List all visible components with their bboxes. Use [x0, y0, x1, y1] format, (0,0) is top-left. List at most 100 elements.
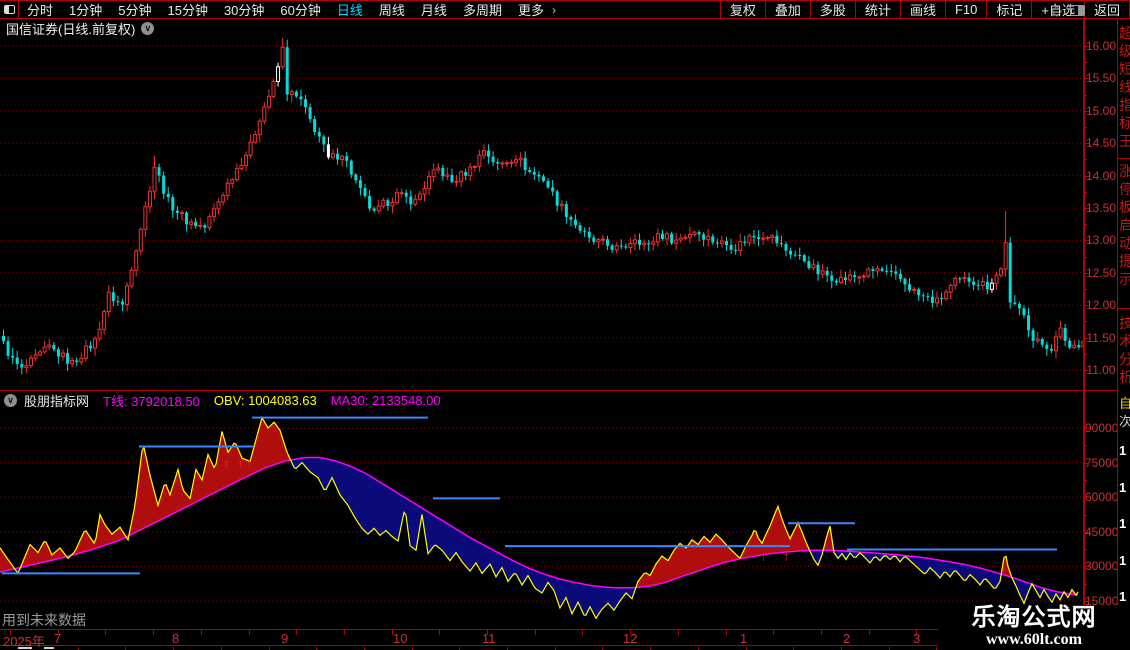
strip-number-clipped: 1: [1119, 552, 1127, 568]
vertical-ad-text-clipped: 板: [1119, 198, 1130, 216]
axis-tick: [1084, 127, 1087, 128]
axis-tick: [1084, 353, 1087, 355]
axis-tick: [1084, 208, 1089, 209]
tab-multi[interactable]: 多周期: [455, 0, 510, 19]
date-label: 11: [482, 631, 496, 646]
date-label: 12: [623, 631, 638, 646]
buy-arrow-icon: ↑: [246, 456, 253, 471]
strip-divider: [1118, 308, 1130, 309]
more-chevron-icon[interactable]: ›: [552, 3, 562, 17]
vertical-ad-text-clipped: 动: [1119, 234, 1130, 252]
buy-arrow-icon: ↑: [760, 548, 767, 563]
date-label: 1: [740, 631, 748, 646]
date-tick: [296, 630, 298, 635]
vertical-ad-text-clipped: 标: [1119, 114, 1130, 132]
tab-more[interactable]: 更多: [510, 0, 552, 19]
button-f10[interactable]: F10: [944, 1, 986, 18]
date-tick: [820, 630, 822, 635]
window-layout-icon[interactable]: [0, 1, 19, 18]
strip-badge: 次: [1119, 414, 1130, 430]
button-biaoji[interactable]: 标记: [986, 1, 1031, 18]
button-duogu[interactable]: 多股: [809, 1, 855, 18]
price-axis-label: 13.50: [1085, 201, 1117, 215]
buy-arrow-icon: ↑: [237, 456, 244, 471]
strip-divider: [1118, 158, 1130, 159]
tab-monthly[interactable]: 月线: [413, 0, 455, 19]
tab-1min[interactable]: 1分钟: [61, 0, 110, 19]
strip-number-clipped: 1: [1119, 479, 1127, 495]
axis-tick: [1084, 497, 1089, 499]
axis-tick: [1084, 428, 1089, 429]
axis-tick: [1084, 272, 1089, 274]
vertical-ad-text-clipped: 超: [1119, 24, 1130, 42]
axis-tick: [1084, 601, 1089, 602]
future-data-warning: 用到未来数据: [2, 612, 86, 628]
vertical-ad-text-clipped: 停: [1119, 180, 1130, 198]
button-huaxian[interactable]: 画线: [899, 1, 945, 18]
tab-fenshi[interactable]: 分时: [19, 0, 61, 19]
axis-tick: [1084, 305, 1089, 307]
tab-5min[interactable]: 5分钟: [110, 0, 159, 19]
vertical-ad-text-clipped: 析: [1119, 368, 1130, 386]
date-tick: [439, 630, 441, 635]
period-toolbar: 分时 1分钟 5分钟 15分钟 30分钟 60分钟 日线 周线 月线 多周期 更多 › 复权 叠加 多股统…: [0, 0, 1130, 19]
date-label: 2: [843, 631, 851, 646]
axis-tick: [1084, 175, 1089, 177]
diamond-icon[interactable]: ◇: [1051, 2, 1062, 19]
tab-60min[interactable]: 60分钟: [272, 0, 328, 19]
title-bar: 国信证券(日线.前复权) ∨: [0, 19, 1083, 38]
candlestick-chart[interactable]: [0, 38, 1083, 392]
price-axis-label: 12.50: [1085, 265, 1117, 280]
button-diejia[interactable]: 叠加: [764, 1, 810, 18]
tab-weekly[interactable]: 周线: [371, 0, 413, 19]
axis-tick: [1084, 224, 1087, 226]
axis-tick: [1084, 583, 1087, 585]
indicator-header: ∨ 股朋指标网 T线: 3792018.50 OBV: 1004083.63 M…: [0, 391, 1083, 410]
date-label: 8: [172, 631, 180, 646]
indicator-obv-value: OBV: 1004083.63: [213, 393, 317, 408]
date-tick: [200, 630, 202, 635]
clipped-text-fragment: [44, 647, 54, 649]
axis-tick: [1084, 479, 1087, 481]
axis-tick: [1084, 289, 1087, 290]
axis-tick: [1084, 94, 1087, 96]
vertical-ad-text-clipped: 提: [1119, 252, 1130, 270]
axis-tick: [1084, 531, 1089, 533]
price-axis-label: 13.00: [1085, 233, 1117, 248]
chevron-down-icon[interactable]: ∨: [141, 22, 155, 35]
price-axis-label: 11.00: [1086, 363, 1116, 377]
watermark-url: www.60lt.com: [986, 631, 1082, 648]
axis-tick: [1084, 256, 1087, 258]
price-axis-label: 14.00: [1085, 168, 1117, 183]
strip-badge: 自: [1119, 396, 1130, 412]
axis-tick: [1084, 514, 1087, 516]
obv-indicator-chart[interactable]: ↑ ↑ ↑↑ ↑: [0, 410, 1083, 628]
tab-15min[interactable]: 15分钟: [159, 0, 215, 19]
vertical-ad-text-clipped: 启: [1119, 216, 1130, 234]
axis-tick: [1084, 110, 1089, 112]
tab-30min[interactable]: 30分钟: [216, 0, 272, 19]
date-tick: [868, 630, 870, 635]
price-axis-label: 14.50: [1085, 136, 1117, 151]
title-icons: ◇: [1051, 2, 1085, 19]
vertical-ad-text-clipped: 短: [1119, 60, 1130, 78]
panel-toggle-icon[interactable]: [1070, 5, 1085, 16]
buy-arrow-icon: ↑: [223, 456, 230, 471]
date-label: 7: [54, 631, 62, 646]
date-tick: [677, 630, 679, 635]
button-fanhui[interactable]: 返回: [1083, 1, 1130, 18]
date-label: 3: [913, 631, 921, 646]
clipped-text-fragment: [18, 647, 32, 649]
axis-tick: [1084, 143, 1089, 145]
stock-title: 国信证券(日线.前复权): [6, 22, 136, 37]
axis-tick: [1084, 549, 1087, 551]
tab-daily[interactable]: 日线: [329, 0, 371, 19]
button-tongji[interactable]: 统计: [854, 1, 900, 18]
price-axis-label: 15.00: [1085, 103, 1117, 118]
tdx-trading-app: 分时 1分钟 5分钟 15分钟 30分钟 60分钟 日线 周线 月线 多周期 更多 › 复权 叠加 多股统…: [0, 0, 1130, 650]
date-tick: [725, 630, 727, 635]
chevron-down-icon[interactable]: ∨: [4, 394, 17, 407]
right-sidebar-strip[interactable]: 超级短线指标王涨停板启动提示技术分析自次111111: [1117, 19, 1130, 650]
strip-number-clipped: 1: [1119, 443, 1127, 458]
button-fuquan[interactable]: 复权: [719, 1, 765, 18]
